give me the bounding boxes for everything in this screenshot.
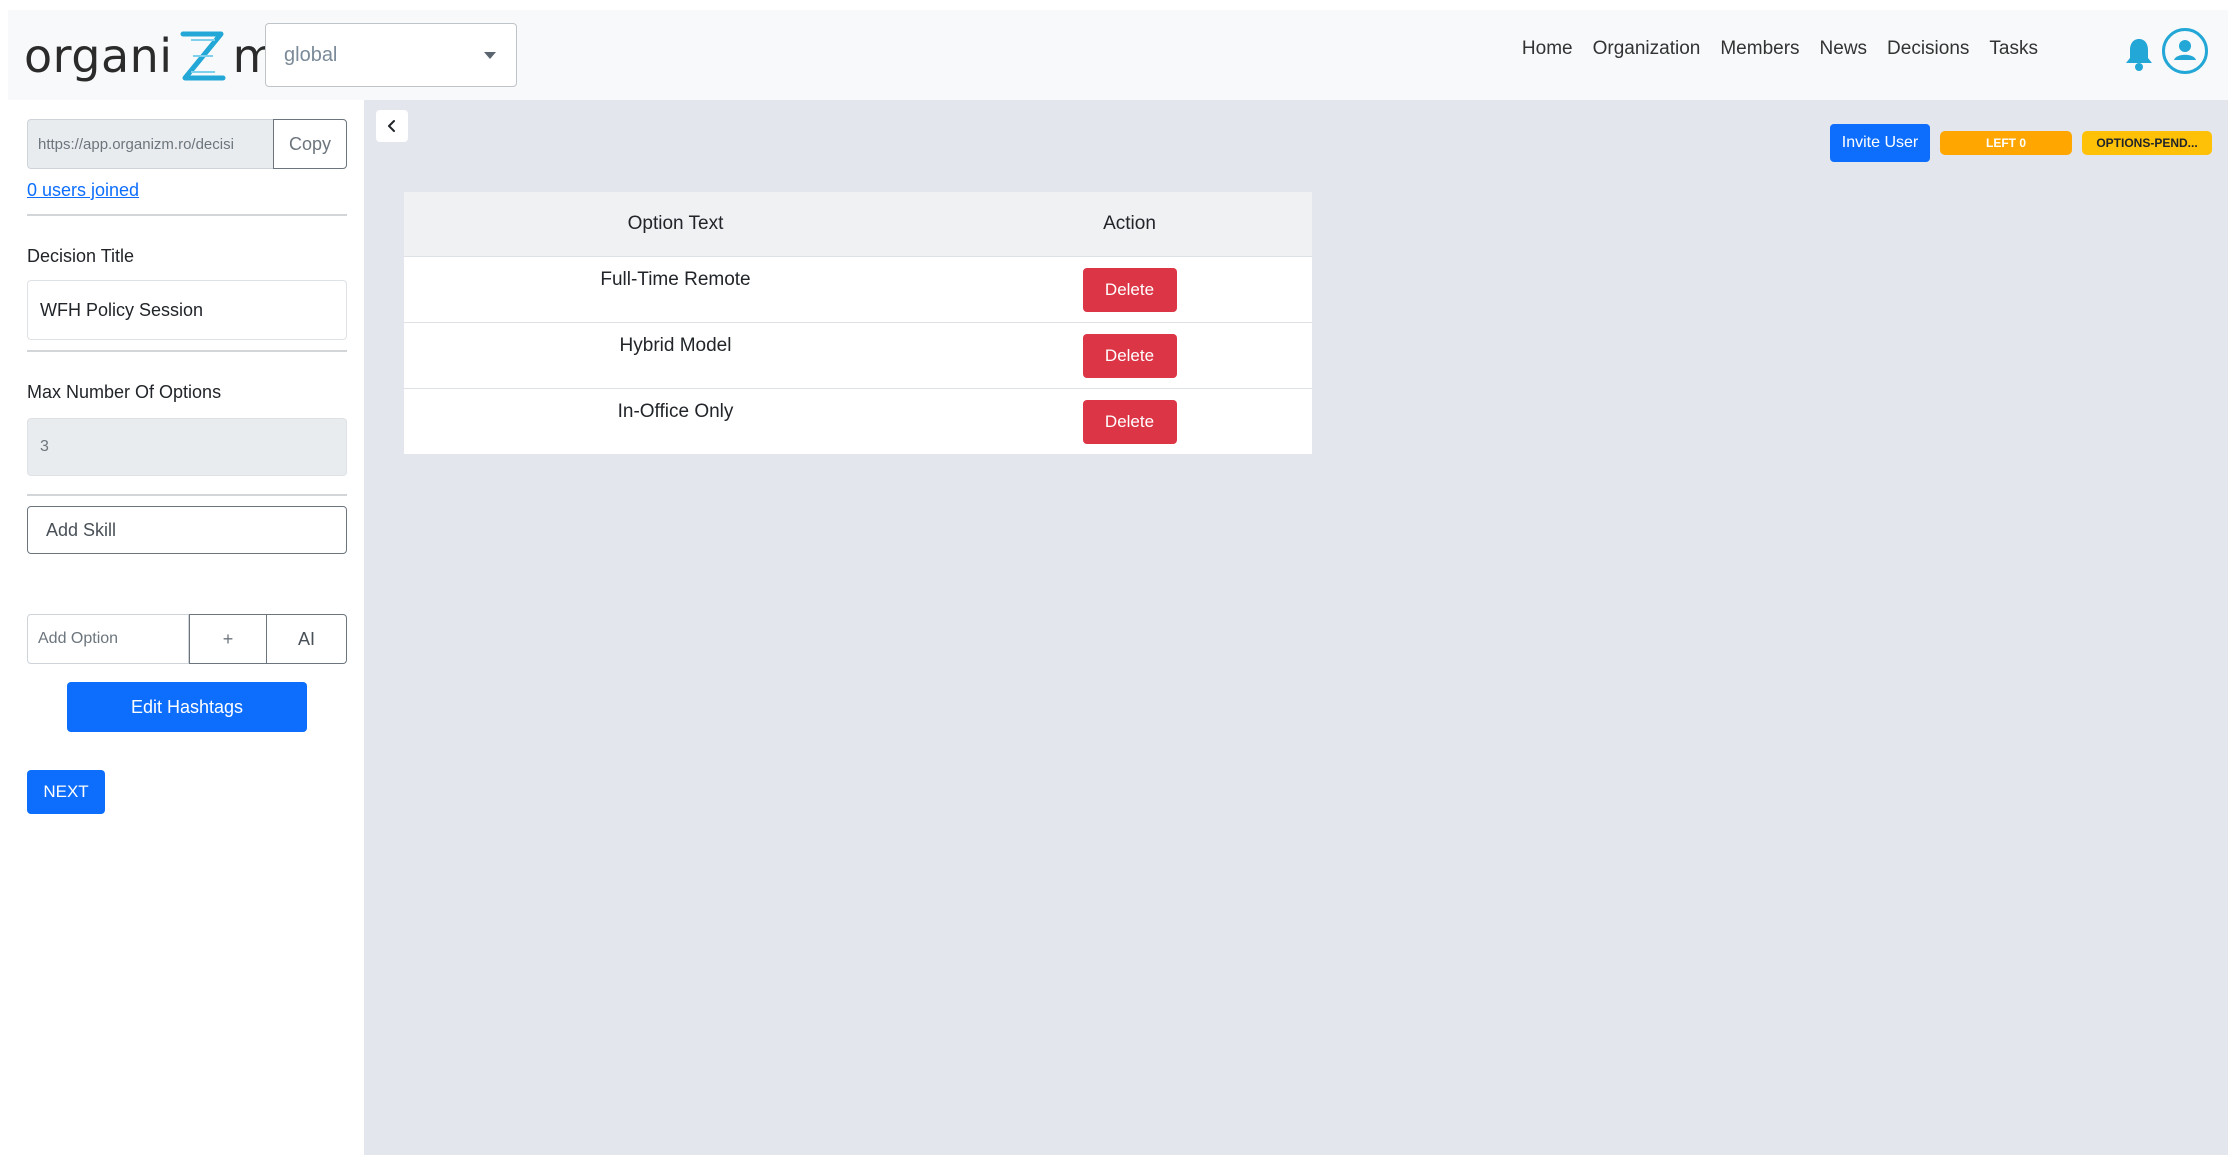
decision-title-label: Decision Title (27, 246, 135, 266)
decision-title-input[interactable]: WFH Policy Session (27, 280, 347, 340)
divider (27, 494, 347, 496)
copy-button[interactable]: Copy (273, 119, 347, 169)
share-link-input[interactable]: https://app.organizm.ro/decisi (27, 119, 273, 169)
option-text-cell: In-Office Only (617, 401, 734, 422)
ai-suggest-button[interactable]: AI (267, 614, 347, 664)
option-text-cell: Hybrid Model (619, 335, 732, 356)
edit-hashtags-button[interactable]: Edit Hashtags (67, 682, 307, 732)
users-joined-link[interactable]: 0 users joined (27, 180, 139, 201)
nav-tasks[interactable]: Tasks (1989, 38, 2038, 60)
option-text-cell: Full-Time Remote (600, 269, 751, 290)
table-row: In-Office Only Delete (404, 388, 1312, 454)
main-content: Invite User LEFT 0 OPTIONS-PEND... Optio… (364, 100, 2228, 1155)
nav-news[interactable]: News (1820, 38, 1868, 60)
status-badge: OPTIONS-PEND... (2082, 131, 2212, 155)
logo-text-left: organi (24, 29, 173, 83)
organization-select[interactable]: global (265, 23, 517, 87)
invite-user-button[interactable]: Invite User (1830, 124, 1930, 162)
caret-down-icon (484, 52, 496, 59)
column-header-option-text: Option Text (627, 213, 724, 234)
column-header-action: Action (1103, 213, 1156, 234)
delete-button[interactable]: Delete (1082, 333, 1177, 378)
table-header: Option Text Action (404, 192, 1312, 256)
organization-select-value: global (284, 43, 338, 66)
nav-members[interactable]: Members (1720, 38, 1799, 60)
add-option-input[interactable]: Add Option (27, 614, 189, 664)
chevron-left-icon (388, 120, 395, 132)
options-table: Option Text Action Full-Time Remote Dele… (404, 192, 1312, 454)
max-options-label: Max Number Of Options (27, 382, 222, 402)
action-cell: Delete (947, 389, 1312, 454)
nav-decisions[interactable]: Decisions (1887, 38, 1969, 60)
action-cell: Delete (947, 323, 1312, 388)
delete-button[interactable]: Delete (1082, 399, 1177, 444)
z-double-helix-icon (180, 31, 226, 81)
nav-home[interactable]: Home (1522, 38, 1573, 60)
divider (27, 214, 347, 216)
top-navbar: organi m global Home Organization Member… (8, 10, 2228, 100)
nav-organization[interactable]: Organization (1593, 38, 1701, 60)
app-frame: organi m global Home Organization Member… (8, 10, 2228, 1155)
add-skill-input[interactable]: Add Skill (27, 506, 347, 554)
app-logo[interactable]: organi m (24, 26, 278, 86)
max-options-input[interactable]: 3 (27, 418, 347, 476)
table-row: Hybrid Model Delete (404, 322, 1312, 388)
action-cell: Delete (947, 257, 1312, 322)
bell-icon[interactable] (2124, 36, 2154, 72)
table-row: Full-Time Remote Delete (404, 256, 1312, 322)
share-link-group: https://app.organizm.ro/decisi Copy (27, 119, 347, 169)
next-button[interactable]: NEXT (27, 770, 105, 814)
divider (27, 350, 347, 352)
user-circle-icon[interactable] (2162, 28, 2208, 74)
delete-button[interactable]: Delete (1082, 267, 1177, 312)
add-option-button[interactable]: + (189, 614, 267, 664)
main-nav: Home Organization Members News Decisions… (1522, 38, 2038, 60)
add-option-group: Add Option + AI (27, 614, 347, 664)
left-count-badge: LEFT 0 (1940, 131, 2072, 155)
collapse-sidebar-button[interactable] (376, 110, 408, 142)
